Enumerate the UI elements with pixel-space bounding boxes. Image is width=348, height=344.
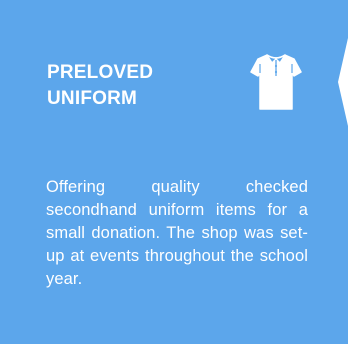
card-title-line-2: UNIFORM [47,88,138,109]
shirt-icon [250,54,302,110]
preloved-uniform-card: PRELOVED UNIFORM Offering quality checke… [0,0,348,344]
card-description: Offering quality checked secondhand unif… [46,178,308,288]
card-title: PRELOVED UNIFORM [47,60,227,112]
card-edge-notch [338,38,348,126]
card-title-line-1: PRELOVED [47,62,154,83]
